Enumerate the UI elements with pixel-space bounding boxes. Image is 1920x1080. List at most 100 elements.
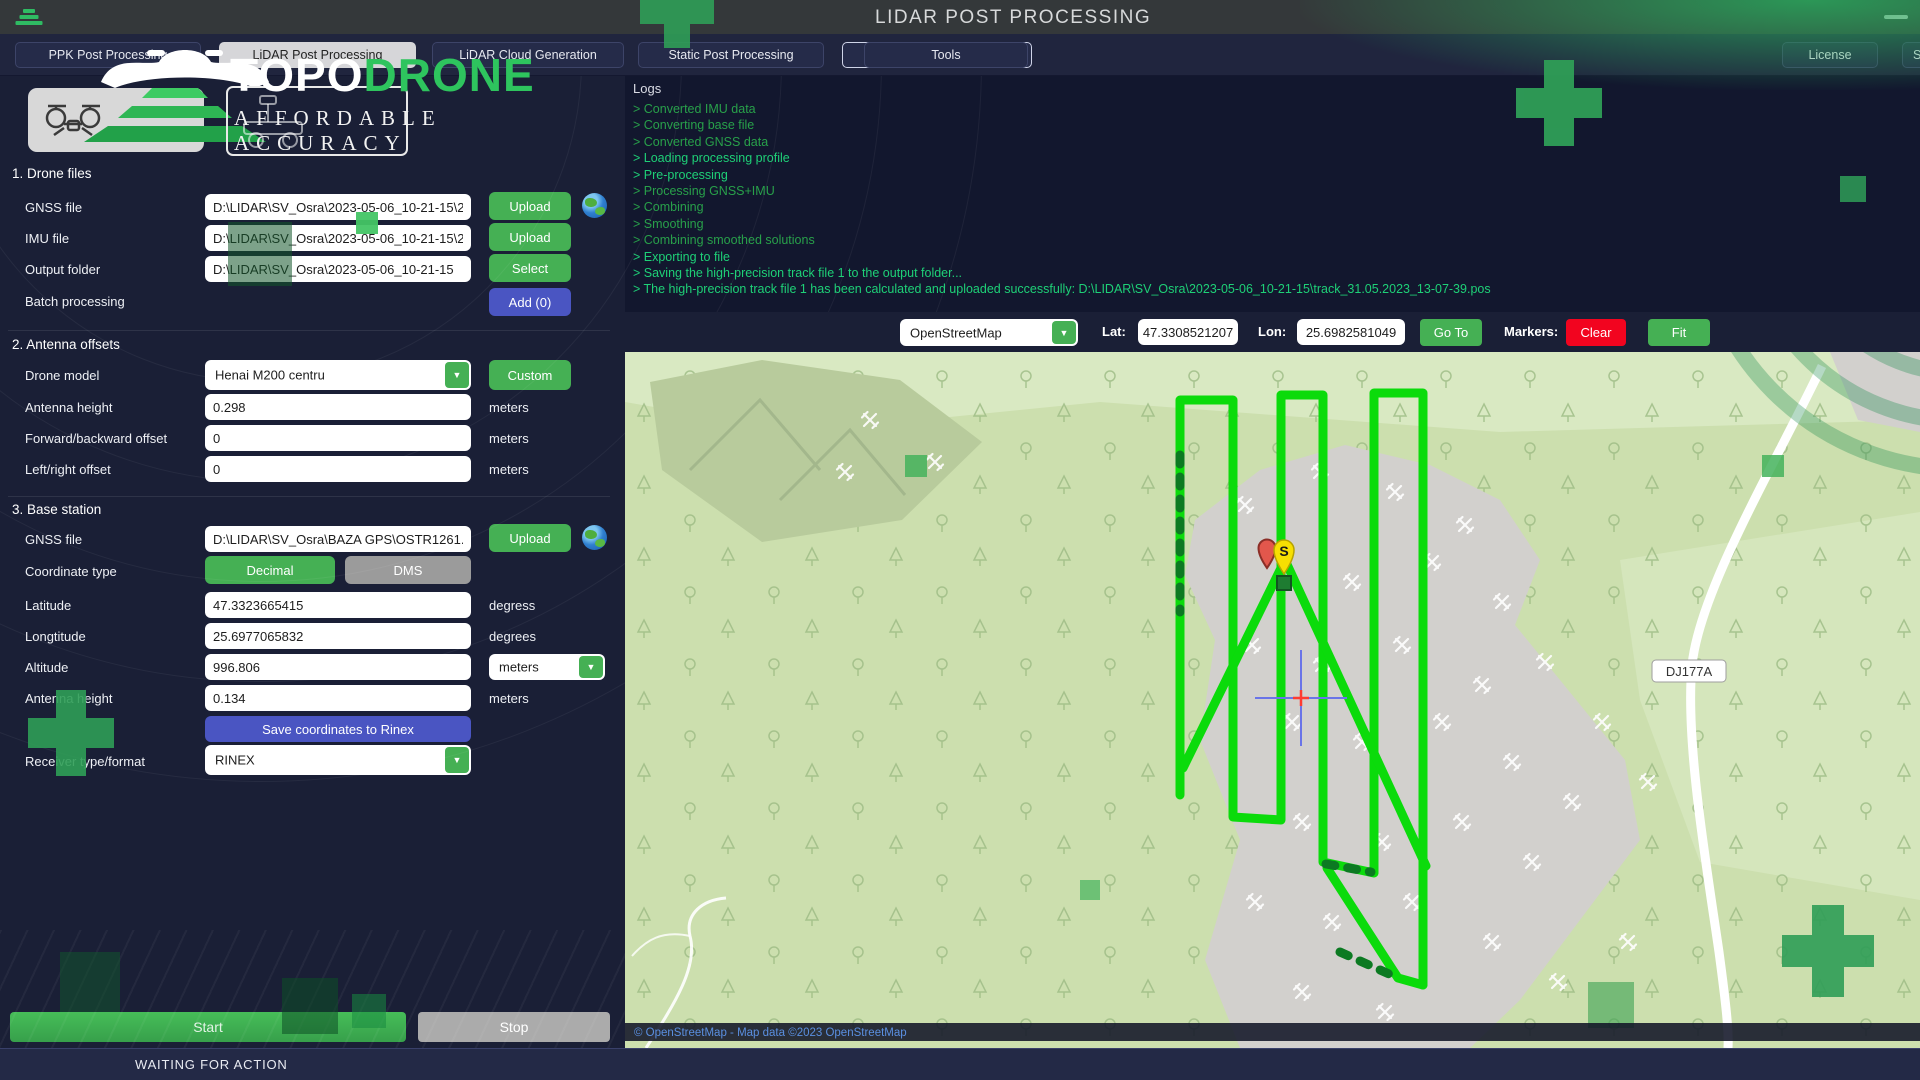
svg-text:S: S [1279, 543, 1288, 559]
map-lat-input[interactable] [1138, 319, 1238, 345]
altitude-label: Altitude [25, 660, 68, 675]
gnss-globe-icon[interactable] [582, 193, 607, 218]
log-line: > The high-precision track file 1 has be… [633, 281, 1912, 297]
map-control-bar: OpenStreetMap ▼ Lat: Lon: Go To Markers:… [625, 312, 1920, 352]
svg-text:DJ177A: DJ177A [1666, 664, 1713, 679]
gnss-upload-button[interactable]: Upload [489, 192, 571, 220]
longitude-input[interactable] [205, 623, 471, 649]
log-line: > Smoothing [633, 216, 1912, 232]
map-attribution: © OpenStreetMap - Map data ©2023 OpenStr… [625, 1023, 1920, 1041]
receiver-type-label: Receiver type/format [25, 754, 145, 769]
log-line: > Converting base file [633, 117, 1912, 133]
antenna-height-input[interactable] [205, 394, 471, 420]
license-button[interactable]: License [1782, 42, 1878, 68]
markers-label: Markers: [1504, 324, 1558, 339]
chevron-down-icon: ▼ [579, 656, 603, 678]
chevron-down-icon: ▼ [445, 362, 469, 388]
decimal-toggle[interactable]: Decimal [205, 556, 335, 584]
base-gnss-label: GNSS file [25, 532, 82, 547]
left-right-input[interactable] [205, 456, 471, 482]
output-select-button[interactable]: Select [489, 254, 571, 282]
square-decor [60, 952, 120, 1012]
base-antenna-height-label: Antenna height [25, 691, 112, 706]
svg-text:© OpenStreetMap - Map data ©20: © OpenStreetMap - Map data ©2023 OpenStr… [634, 1027, 907, 1039]
minimize-button[interactable] [1884, 15, 1908, 19]
logs-panel: Logs > Converted IMU data> Converting ba… [625, 75, 1920, 312]
latitude-unit: degress [489, 598, 535, 613]
menu-icon[interactable] [14, 7, 44, 27]
imu-file-input[interactable] [205, 225, 471, 251]
status-bar: WAITING FOR ACTION [0, 1048, 1920, 1080]
divider [8, 496, 610, 497]
output-folder-label: Output folder [25, 262, 100, 277]
chevron-down-icon: ▼ [1052, 321, 1076, 344]
chevron-down-icon: ▼ [445, 747, 469, 773]
lon-label: Lon: [1258, 324, 1286, 339]
clear-markers-button[interactable]: Clear [1566, 319, 1626, 346]
altitude-unit-select[interactable]: meters ▼ [489, 654, 605, 680]
batch-processing-label: Batch processing [25, 294, 125, 309]
left-right-label: Left/right offset [25, 462, 111, 477]
custom-model-button[interactable]: Custom [489, 360, 571, 390]
log-line: > Exporting to file [633, 249, 1912, 265]
log-line: > Converted GNSS data [633, 134, 1912, 150]
log-lines: > Converted IMU data> Converting base fi… [633, 101, 1912, 298]
section-base-station-title: 3. Base station [12, 502, 101, 517]
receiver-type-select[interactable]: RINEX ▼ [205, 745, 471, 775]
output-folder-input[interactable] [205, 256, 471, 282]
base-antenna-height-input[interactable] [205, 685, 471, 711]
section-drone-files-title: 1. Drone files [12, 166, 92, 181]
latitude-label: Latitude [25, 598, 71, 613]
logo-tagline: AFFORDABLE ACCURACY [234, 106, 442, 156]
antenna-height-unit: meters [489, 400, 529, 415]
batch-add-button[interactable]: Add (0) [489, 288, 571, 316]
coordinate-type-label: Coordinate type [25, 564, 117, 579]
divider [8, 330, 610, 331]
log-line: > Pre-processing [633, 167, 1912, 183]
log-line: > Combining [633, 199, 1912, 215]
base-station-marker[interactable] [1277, 576, 1291, 590]
save-rinex-button[interactable]: Save coordinates to Rinex [205, 716, 471, 742]
dms-toggle[interactable]: DMS [345, 556, 471, 584]
goto-button[interactable]: Go To [1420, 319, 1482, 346]
section-antenna-offsets-title: 2. Antenna offsets [12, 337, 120, 352]
longitude-unit: degrees [489, 629, 536, 644]
drone-model-select[interactable]: Henai M200 centru ▼ [205, 360, 471, 390]
forward-backward-unit: meters [489, 431, 529, 446]
imu-file-label: IMU file [25, 231, 69, 246]
fit-button[interactable]: Fit [1648, 319, 1710, 346]
antenna-height-label: Antenna height [25, 400, 112, 415]
log-line: > Combining smoothed solutions [633, 232, 1912, 248]
stop-button[interactable]: Stop [418, 1012, 610, 1042]
log-line: > Saving the high-precision track file 1… [633, 265, 1912, 281]
start-button[interactable]: Start [10, 1012, 406, 1042]
latitude-input[interactable] [205, 592, 471, 618]
map-lon-input[interactable] [1297, 319, 1405, 345]
log-line: > Processing GNSS+IMU [633, 183, 1912, 199]
tab-tools[interactable]: Tools [864, 42, 1028, 68]
logs-title: Logs [633, 81, 661, 96]
forward-backward-input[interactable] [205, 425, 471, 451]
logo-wordmark: TOPODRONE [230, 52, 535, 98]
altitude-input[interactable] [205, 654, 471, 680]
base-upload-button[interactable]: Upload [489, 524, 571, 552]
gnss-file-input[interactable] [205, 194, 471, 220]
lidar-post-processing-window: LIDAR POST PROCESSING PPK Post Processin… [0, 0, 1920, 1080]
lat-label: Lat: [1102, 324, 1126, 339]
left-right-unit: meters [489, 462, 529, 477]
log-line: > Converted IMU data [633, 101, 1912, 117]
window-title: LIDAR POST PROCESSING [875, 7, 1151, 29]
longitude-label: Longtitude [25, 629, 86, 644]
base-globe-icon[interactable] [582, 525, 607, 550]
settings-button[interactable]: Settings [1902, 42, 1920, 68]
base-gnss-input[interactable] [205, 526, 471, 552]
tab-static-post-processing[interactable]: Static Post Processing [638, 42, 824, 68]
road-label: DJ177A [1652, 660, 1726, 682]
map[interactable]: S DJ177A © OpenStreetMap - Map data ©202… [625, 352, 1920, 1048]
imu-upload-button[interactable]: Upload [489, 223, 571, 251]
drone-model-label: Drone model [25, 368, 99, 383]
forward-backward-label: Forward/backward offset [25, 431, 167, 446]
status-text: WAITING FOR ACTION [135, 1057, 288, 1072]
map-provider-select[interactable]: OpenStreetMap ▼ [900, 319, 1078, 346]
title-bar: LIDAR POST PROCESSING [0, 0, 1920, 34]
